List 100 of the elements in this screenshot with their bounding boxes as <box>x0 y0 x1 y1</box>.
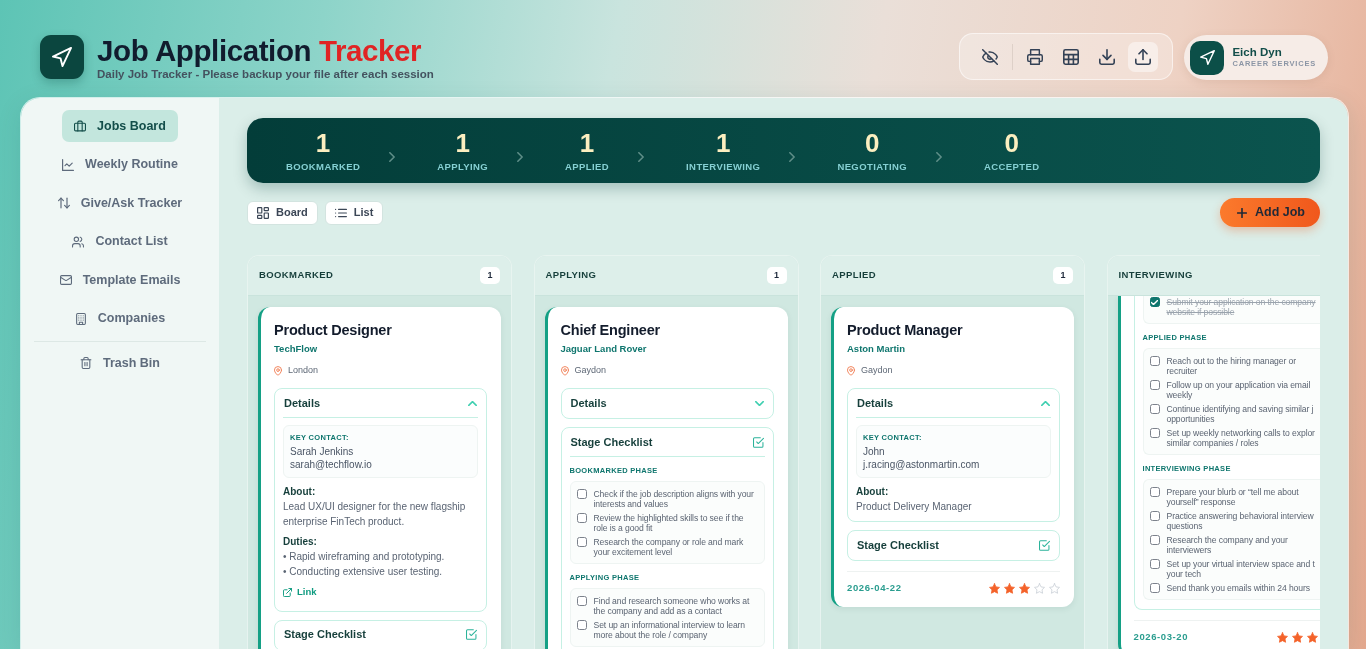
view-button[interactable]: Board <box>247 200 318 225</box>
stage-label: BOOKMARKED <box>286 160 361 173</box>
table-icon <box>1063 48 1080 65</box>
download-icon <box>1099 48 1116 65</box>
chevron-down-icon <box>754 401 764 406</box>
stage-count: 0 <box>1003 128 1020 157</box>
plus-icon <box>1237 207 1247 218</box>
app-title: Job Application Tracker <box>97 34 423 67</box>
checklist-text: Follow up on your application via email weekly <box>1166 380 1312 400</box>
chevron-up-icon <box>1041 400 1050 406</box>
checked-square-icon <box>752 436 764 448</box>
section-label: About: <box>283 485 317 499</box>
checkbox[interactable] <box>576 537 587 547</box>
stage-count: 1 <box>578 128 596 157</box>
checklist-text: Reach out to the hiring manager or recruiter <box>1166 356 1297 376</box>
filled-star-icon <box>1019 582 1030 594</box>
checkbox[interactable] <box>576 596 587 606</box>
view-button[interactable]: List <box>324 200 384 225</box>
sidebar-item[interactable]: Contact List <box>60 225 180 258</box>
map-pin-icon <box>847 365 855 376</box>
details-toggle[interactable]: Details <box>283 389 478 418</box>
checked-square-icon <box>466 629 477 640</box>
checklist-text: Set up your virtual interview space and t your tech <box>1166 559 1315 579</box>
details-toggle[interactable]: Details <box>569 389 765 418</box>
checklist-toggle[interactable]: Stage Checklist <box>569 428 765 457</box>
checklist-text: Research the company or role and mark your excitement level <box>593 537 745 557</box>
checklist-toggle[interactable]: Stage Checklist <box>283 620 478 649</box>
line-chart-icon <box>62 158 75 171</box>
map-pin-icon <box>560 365 569 376</box>
checklist-text: Set up an informational interview to learn more about the role / company <box>593 620 747 640</box>
checklist-text: Prepare your blurb or “tell me about yourself” response <box>1166 487 1300 507</box>
checkbox[interactable] <box>1149 380 1160 390</box>
empty-star-icon <box>1034 582 1045 594</box>
column-title: APPLYING <box>545 268 597 283</box>
job-card[interactable] <box>258 307 501 649</box>
checkbox[interactable] <box>1149 428 1160 438</box>
stage-label: ACCEPTED <box>984 160 1040 173</box>
sidebar-item[interactable]: Trash Bin <box>68 347 172 379</box>
date-text: 2026-03-20 <box>1133 630 1189 644</box>
company-name: Jaguar Land Rover <box>560 342 648 356</box>
checkbox[interactable] <box>1149 297 1160 307</box>
checkbox[interactable] <box>1149 511 1160 521</box>
job-title: Product Manager <box>847 321 964 339</box>
star-rating[interactable] <box>989 582 1060 594</box>
list-icon <box>334 206 347 219</box>
job-card[interactable] <box>544 307 788 649</box>
sidebar-item[interactable]: Give/Ask Tracker <box>45 187 195 219</box>
checkbox[interactable] <box>576 620 587 630</box>
duty-item: • Conducting extensive user testing. <box>283 565 444 579</box>
checkbox[interactable] <box>1149 535 1160 545</box>
checkbox[interactable] <box>1149 487 1160 497</box>
people-icon <box>72 235 85 248</box>
checkbox[interactable] <box>1149 559 1160 569</box>
checked-square-icon <box>1039 540 1050 551</box>
column-title: INTERVIEWING <box>1118 268 1193 283</box>
upload-icon <box>1135 48 1152 65</box>
checklist-toggle[interactable]: Stage Checklist <box>856 531 1051 560</box>
add-job-button[interactable]: Add Job <box>1220 198 1320 227</box>
sidebar-item[interactable]: Jobs Board <box>62 110 178 142</box>
job-title: Chief Engineer <box>560 321 662 339</box>
stage-label: INTERVIEWING <box>686 160 761 173</box>
chevron-right-icon <box>389 151 396 162</box>
empty-star-icon <box>1049 582 1060 594</box>
stage-count: 0 <box>863 128 881 157</box>
checklist-text: Check if the job description aligns with your interests and values <box>593 489 755 509</box>
checkbox[interactable] <box>576 513 587 523</box>
checklist-text: Review the highlighted skills to see if the role is a good fit <box>593 513 745 533</box>
location-text: Gaydon <box>574 364 607 377</box>
chevron-right-icon <box>936 151 943 162</box>
details-toggle[interactable]: Details <box>856 389 1051 418</box>
checklist-text: Continue identifying and saving similar j opportunities <box>1166 404 1314 424</box>
chevron-up-icon <box>468 400 477 406</box>
checkbox[interactable] <box>1149 583 1160 593</box>
company-name: TechFlow <box>274 342 319 356</box>
toolbar-button[interactable] <box>1128 41 1159 72</box>
job-card[interactable] <box>1117 296 1320 649</box>
filled-star-icon <box>1277 631 1288 643</box>
chevron-right-icon <box>638 151 645 162</box>
contact-name: John <box>863 445 886 458</box>
printer-icon <box>1027 48 1044 65</box>
navigation-arrow-icon <box>1190 40 1225 75</box>
checkbox[interactable] <box>1149 356 1160 366</box>
checkbox[interactable] <box>1149 404 1160 414</box>
count-badge: 1 <box>766 267 787 284</box>
eye-off-icon <box>982 48 999 65</box>
stage-label: APPLYING <box>437 160 489 173</box>
contact-email: j.racing@astonmartin.com <box>863 458 981 471</box>
filled-star-icon <box>1292 631 1303 643</box>
sidebar-item[interactable]: Weekly Routine <box>50 148 190 181</box>
checklist-text: Send thank you emails within 24 hours <box>1166 583 1310 593</box>
external-link-icon <box>283 587 292 597</box>
sidebar-item[interactable]: Companies <box>62 302 178 335</box>
envelope-icon <box>59 274 72 286</box>
up-down-arrows-icon <box>57 197 70 209</box>
checklist-text: Research the company and your interviewers <box>1166 535 1289 555</box>
checkbox[interactable] <box>576 489 587 499</box>
contact-email: sarah@techflow.io <box>290 458 373 471</box>
column-title: BOOKMARKED <box>259 268 334 283</box>
trash-icon <box>80 357 92 369</box>
sidebar-item[interactable]: Template Emails <box>47 264 193 296</box>
